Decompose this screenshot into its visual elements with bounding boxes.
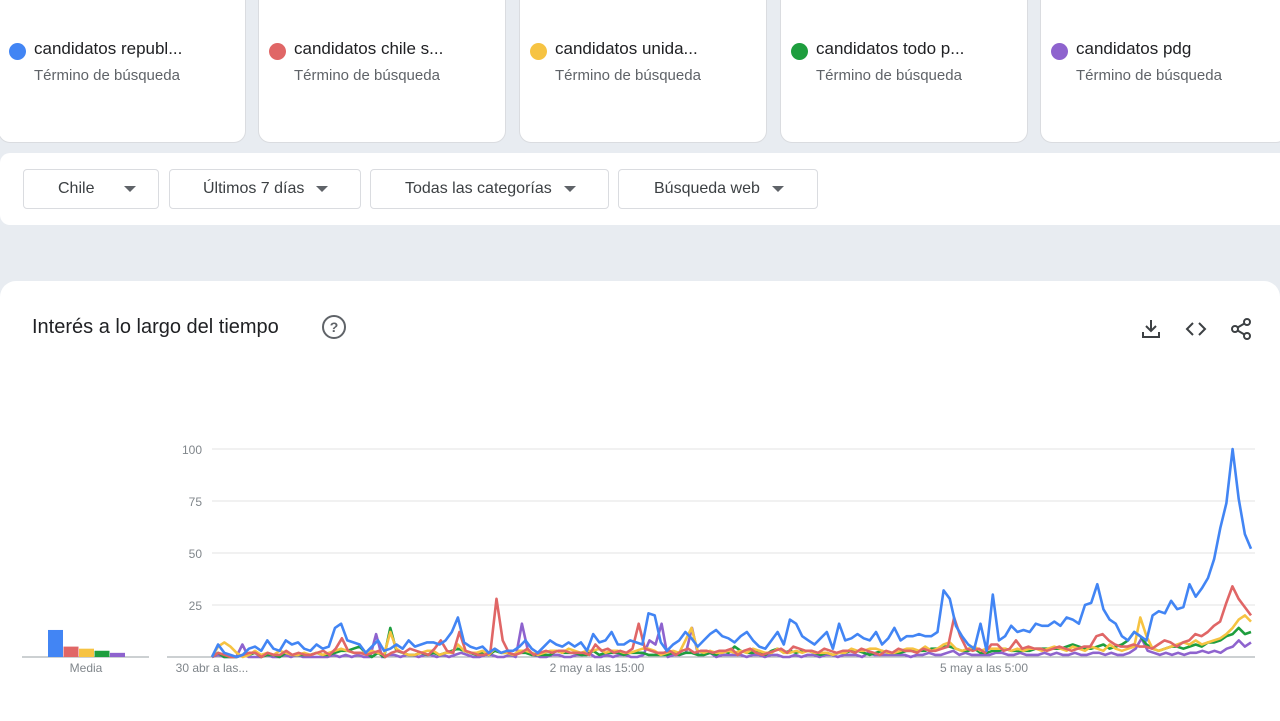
search-term-card-4[interactable]: candidatos todo p... Término de búsqueda [780,0,1028,143]
search-term-card-3[interactable]: candidatos unida... Término de búsqueda [519,0,767,143]
time-range-label: Últimos 7 días [203,180,305,197]
chevron-down-icon [563,186,576,192]
interest-chart: 25 50 75 100 30 abr a las... 2 may a las 15:0… [22,443,1255,675]
search-term-card-1[interactable]: candidatos republ... Término de búsqueda [0,0,246,143]
color-dot-icon [530,43,547,60]
color-dot-icon [9,43,26,60]
search-term-card-2[interactable]: candidatos chile s... Término de búsqued… [258,0,506,143]
search-term-bar: candidatos republ... Término de búsqueda… [0,0,1280,144]
search-term-subtitle: Término de búsqueda [816,67,962,84]
average-label: Media [70,661,103,675]
search-term-subtitle: Término de búsqueda [555,67,701,84]
search-term-subtitle: Término de búsqueda [294,67,440,84]
y-tick-label: 100 [182,443,202,457]
y-tick-label: 25 [189,599,203,613]
category-dropdown[interactable]: Todas las categorías [370,169,609,209]
filter-bar: Chile Últimos 7 días Todas las categoría… [0,153,1280,225]
average-bar [48,629,63,657]
search-term-name: candidatos republ... [34,39,183,58]
search-type-label: Búsqueda web [654,180,760,197]
search-type-dropdown[interactable]: Búsqueda web [618,169,818,209]
average-bar [63,646,79,657]
average-bar [110,652,125,657]
region-label: Chile [58,180,95,197]
search-term-card-5[interactable]: candidatos pdg Término de búsqueda [1040,0,1280,143]
chevron-down-icon [771,186,784,192]
search-term-name: candidatos unida... [555,39,698,58]
y-tick-label: 75 [189,495,203,509]
color-dot-icon [1051,43,1068,60]
search-term-subtitle: Término de búsqueda [34,67,180,84]
average-bar [94,650,110,657]
interest-over-time-panel: Interés a lo largo del tiempo ? 25 50 75 10… [0,281,1280,721]
color-dot-icon [791,43,808,60]
average-bar [79,648,94,657]
category-label: Todas las categorías [405,180,552,197]
region-dropdown[interactable]: Chile [23,169,159,209]
color-dot-icon [269,43,286,60]
y-tick-label: 50 [189,547,203,561]
search-term-name: candidatos chile s... [294,39,444,58]
chevron-down-icon [316,186,329,192]
x-tick-label: 30 abr a las... [176,661,249,675]
time-range-dropdown[interactable]: Últimos 7 días [169,169,361,209]
search-term-subtitle: Término de búsqueda [1076,67,1222,84]
x-tick-label: 2 may a las 15:00 [550,661,645,675]
search-term-name: candidatos todo p... [816,39,965,58]
search-term-name: candidatos pdg [1076,39,1192,58]
x-tick-label: 5 may a las 5:00 [940,661,1028,675]
chevron-down-icon [124,186,137,192]
